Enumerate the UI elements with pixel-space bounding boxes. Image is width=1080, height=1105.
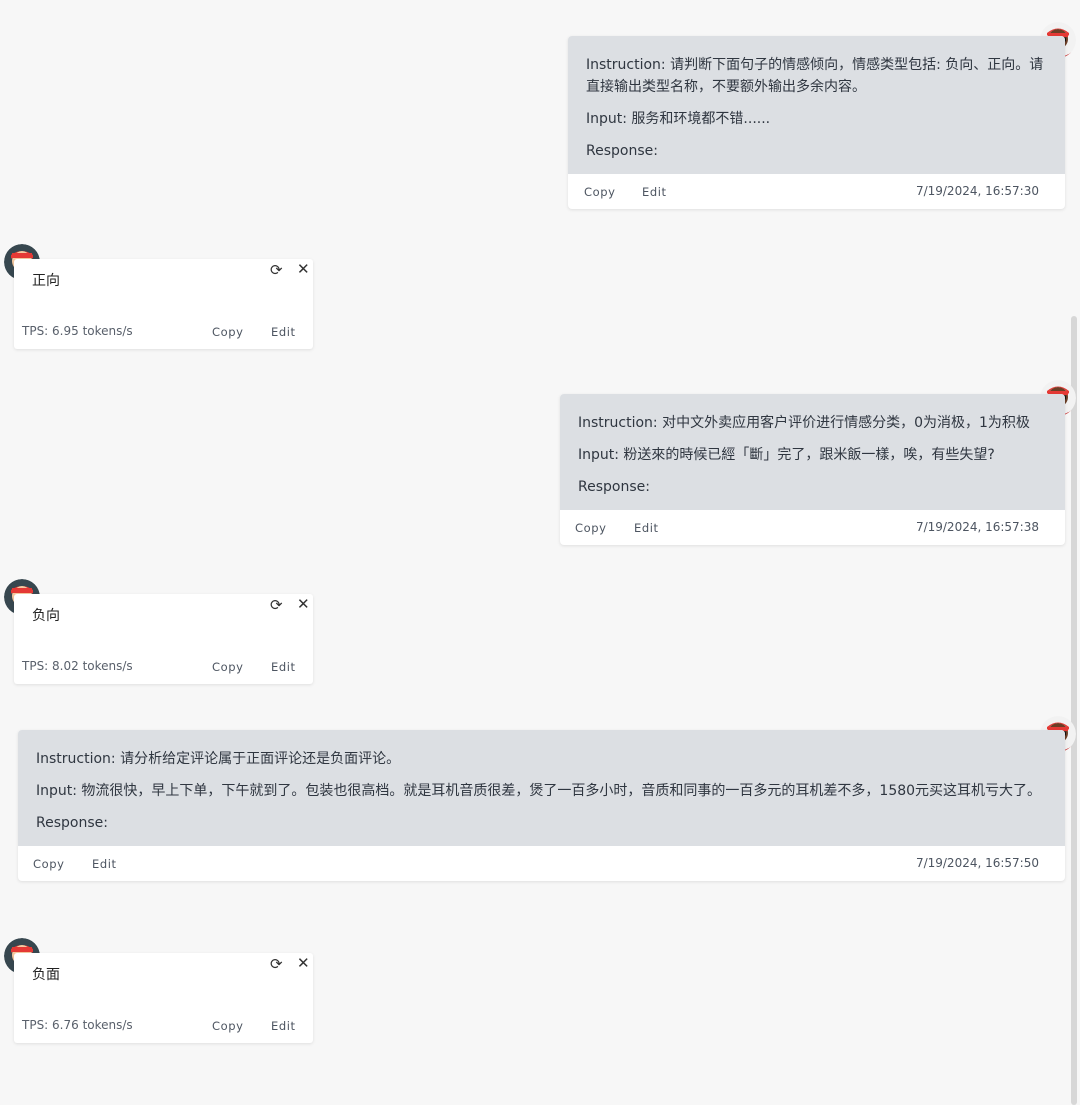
tps-readout: TPS: 8.02 tokens/s bbox=[22, 659, 133, 673]
regenerate-icon[interactable]: ⟳ bbox=[270, 596, 283, 614]
edit-button[interactable]: Edit bbox=[642, 185, 667, 199]
close-icon[interactable]: ✕ bbox=[297, 954, 310, 972]
edit-button[interactable]: Edit bbox=[271, 325, 296, 339]
instruction-text: Instruction: 请判断下面句子的情感倾向，情感类型包括: 负向、正向。… bbox=[586, 57, 1044, 95]
assistant-answer: 负向 bbox=[32, 608, 60, 624]
user-message-card: Instruction: 请判断下面句子的情感倾向，情感类型包括: 负向、正向。… bbox=[568, 36, 1065, 209]
instruction-text: Instruction: 请分析给定评论属于正面评论还是负面评论。 bbox=[36, 751, 401, 767]
assistant-message-card: 正向 ⟳ ✕ TPS: 6.95 tokens/s Copy Edit bbox=[14, 259, 313, 349]
edit-button[interactable]: Edit bbox=[634, 521, 659, 535]
edit-button[interactable]: Edit bbox=[92, 857, 117, 871]
user-message-body: Instruction: 请判断下面句子的情感倾向，情感类型包括: 负向、正向。… bbox=[568, 36, 1065, 174]
user-message-body: Instruction: 对中文外卖应用客户评价进行情感分类，0为消极，1为积极… bbox=[560, 394, 1065, 510]
close-icon[interactable]: ✕ bbox=[297, 595, 310, 613]
edit-button[interactable]: Edit bbox=[271, 660, 296, 674]
regenerate-icon[interactable]: ⟳ bbox=[270, 955, 283, 973]
input-text: Input: 物流很快，早上下单，下午就到了。包装也很高档。就是耳机音质很差，煲… bbox=[36, 783, 1042, 799]
message-footer: Copy Edit 7/19/2024, 16:57:50 bbox=[18, 846, 1065, 881]
tps-readout: TPS: 6.76 tokens/s bbox=[22, 1018, 133, 1032]
assistant-message-card: 负向 ⟳ ✕ TPS: 8.02 tokens/s Copy Edit bbox=[14, 594, 313, 684]
response-label: Response: bbox=[578, 479, 650, 495]
response-label: Response: bbox=[36, 815, 108, 831]
user-message-card: Instruction: 请分析给定评论属于正面评论还是负面评论。 Input:… bbox=[18, 730, 1065, 881]
input-text: Input: 粉送來的時候已經「斷」完了，跟米飯一樣，唉，有些失望? bbox=[578, 447, 995, 463]
copy-button[interactable]: Copy bbox=[33, 857, 65, 871]
message-timestamp: 7/19/2024, 16:57:50 bbox=[915, 856, 1039, 870]
user-message-card: Instruction: 对中文外卖应用客户评价进行情感分类，0为消极，1为积极… bbox=[560, 394, 1065, 545]
copy-button[interactable]: Copy bbox=[212, 660, 244, 674]
message-footer: Copy Edit 7/19/2024, 16:57:30 bbox=[568, 174, 1065, 209]
assistant-answer: 正向 bbox=[32, 273, 60, 289]
chat-scrollbar[interactable] bbox=[1071, 316, 1077, 1105]
message-timestamp: 7/19/2024, 16:57:38 bbox=[915, 520, 1039, 534]
regenerate-icon[interactable]: ⟳ bbox=[270, 261, 283, 279]
message-footer: Copy Edit 7/19/2024, 16:57:38 bbox=[560, 510, 1065, 545]
assistant-answer: 负面 bbox=[32, 967, 60, 983]
edit-button[interactable]: Edit bbox=[271, 1019, 296, 1033]
user-message-body: Instruction: 请分析给定评论属于正面评论还是负面评论。 Input:… bbox=[18, 730, 1065, 846]
tps-readout: TPS: 6.95 tokens/s bbox=[22, 324, 133, 338]
copy-button[interactable]: Copy bbox=[212, 1019, 244, 1033]
copy-button[interactable]: Copy bbox=[584, 185, 616, 199]
assistant-message-card: 负面 ⟳ ✕ TPS: 6.76 tokens/s Copy Edit bbox=[14, 953, 313, 1043]
response-label: Response: bbox=[586, 143, 658, 159]
message-timestamp: 7/19/2024, 16:57:30 bbox=[915, 184, 1039, 198]
input-text: Input: 服务和环境都不错...... bbox=[586, 111, 771, 127]
copy-button[interactable]: Copy bbox=[575, 521, 607, 535]
copy-button[interactable]: Copy bbox=[212, 325, 244, 339]
close-icon[interactable]: ✕ bbox=[297, 260, 310, 278]
instruction-text: Instruction: 对中文外卖应用客户评价进行情感分类，0为消极，1为积极 bbox=[578, 415, 1030, 431]
